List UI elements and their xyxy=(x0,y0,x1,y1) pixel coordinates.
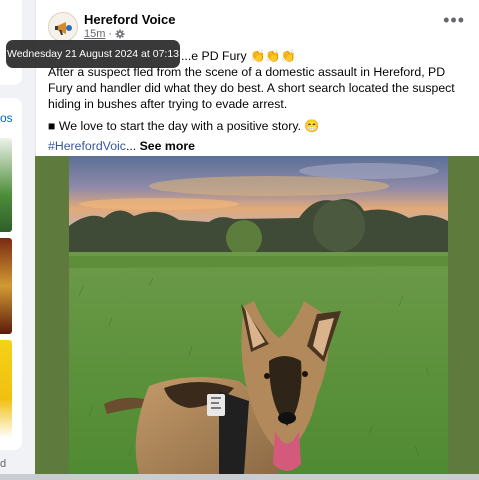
post-bullet: ■ We love to start the day with a positi… xyxy=(48,119,320,133)
gear-icon xyxy=(115,29,125,39)
megaphone-icon xyxy=(49,13,77,41)
hashtag-line: #HerefordVoic... See more xyxy=(48,139,195,153)
left-text-fragment: d xyxy=(0,458,7,470)
page-avatar[interactable] xyxy=(48,12,78,42)
post-paragraph: After a suspect fled from the scene of a… xyxy=(48,65,455,111)
left-column: os d xyxy=(0,0,28,480)
post-timestamp[interactable]: 15m xyxy=(84,28,105,40)
post-photo-frame[interactable] xyxy=(35,156,479,474)
page-name[interactable]: Hereford Voice xyxy=(84,12,176,27)
see-more-link[interactable]: See more xyxy=(140,139,195,153)
more-options-button[interactable]: ••• xyxy=(443,10,465,31)
timestamp-tooltip: Wednesday 21 August 2024 at 07:13 xyxy=(6,40,180,68)
left-thumbnail-2[interactable] xyxy=(0,238,12,334)
left-thumbnail-1[interactable] xyxy=(0,138,12,232)
scroll-edge xyxy=(0,474,479,480)
post-meta: 15m · xyxy=(84,28,125,40)
left-thumbnail-3[interactable] xyxy=(0,340,12,438)
dog-photo-image xyxy=(69,156,448,474)
hashtag-link[interactable]: #HerefordVoic xyxy=(48,139,126,153)
left-link-fragment[interactable]: os xyxy=(0,111,13,125)
post-photo[interactable] xyxy=(69,156,448,474)
